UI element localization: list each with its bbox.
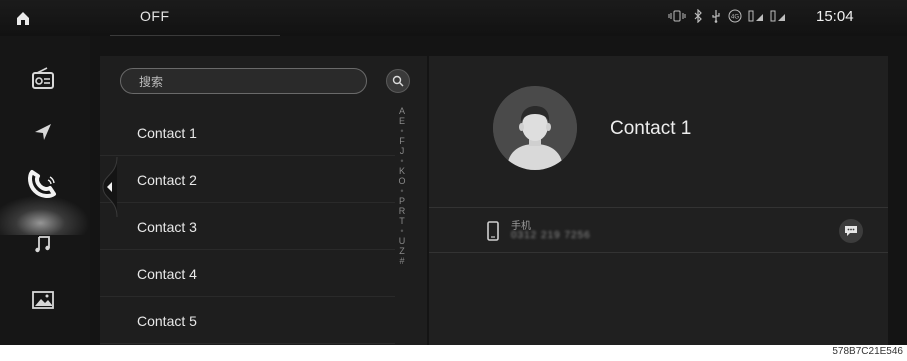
status-bar: OFF 4G 15:04 <box>0 0 907 36</box>
search-button[interactable] <box>386 69 410 93</box>
contact-list-item[interactable]: Contact 4 <box>100 250 395 297</box>
gallery-icon <box>32 291 54 309</box>
collapse-panel-tab[interactable] <box>100 156 118 218</box>
alphabet-letter[interactable]: T <box>392 216 412 226</box>
message-icon <box>845 226 857 236</box>
contact-list-item[interactable]: Contact 2 <box>100 156 395 203</box>
home-icon[interactable] <box>15 10 31 26</box>
alphabet-letter[interactable]: # <box>392 256 412 266</box>
alphabet-letter[interactable]: O <box>392 176 412 186</box>
mobile-phone-icon <box>487 221 499 241</box>
status-icons: 4G <box>668 8 786 26</box>
svg-text:4G: 4G <box>731 15 739 21</box>
alphabet-letter[interactable]: R <box>392 206 412 216</box>
usb-icon <box>710 9 722 26</box>
vibrate-icon <box>668 10 686 25</box>
music-icon <box>35 236 50 253</box>
alphabet-separator: • <box>400 226 404 236</box>
alphabet-letter[interactable]: F <box>392 136 412 146</box>
figure-caption: 578B7C21E546 <box>832 346 903 357</box>
infotainment-screen: OFF 4G 15:04 搜索 Contact 1 Contact 2 Cont… <box>0 0 907 345</box>
contact-name: Contact 1 <box>137 125 197 141</box>
alphabet-separator: • <box>400 156 404 166</box>
signal-2-icon <box>770 10 786 25</box>
contact-list-item[interactable]: Contact 5 <box>100 297 395 344</box>
contact-detail-panel: Contact 1 手机 0312 219 7256 <box>429 56 888 345</box>
alphabet-letter[interactable]: U <box>392 236 412 246</box>
alphabet-letter[interactable]: A <box>392 106 412 116</box>
alphabet-index[interactable]: A E • F J • K O • P R T • U Z # <box>392 106 412 266</box>
radio-icon <box>32 67 54 89</box>
phone-number: 0312 219 7256 <box>511 230 591 241</box>
alphabet-letter[interactable]: Z <box>392 246 412 256</box>
search-icon <box>392 75 404 87</box>
status-off-label: OFF <box>140 8 170 24</box>
rail-item-phone[interactable] <box>20 166 66 202</box>
rail-item-navigation[interactable] <box>20 114 66 150</box>
contact-name: Contact 5 <box>137 313 197 329</box>
phone-icon <box>28 170 56 198</box>
phone-number-row[interactable]: 手机 0312 219 7256 <box>429 207 888 253</box>
alphabet-separator: • <box>400 186 404 196</box>
contact-name: Contact 4 <box>137 266 197 282</box>
search-placeholder: 搜索 <box>139 75 164 89</box>
bluetooth-icon <box>692 8 704 26</box>
signal-1-icon <box>748 10 764 25</box>
alphabet-letter[interactable]: J <box>392 146 412 156</box>
alphabet-letter[interactable]: P <box>392 196 412 206</box>
rail-item-music[interactable] <box>20 226 66 262</box>
4g-icon: 4G <box>728 9 742 26</box>
contact-list-item[interactable]: Contact 3 <box>100 203 395 250</box>
alphabet-letter[interactable]: K <box>392 166 412 176</box>
alphabet-letter[interactable]: E <box>392 116 412 126</box>
rail-item-radio[interactable] <box>20 60 66 96</box>
contact-name: Contact 2 <box>137 172 197 188</box>
send-message-button[interactable] <box>839 219 863 243</box>
search-input[interactable]: 搜索 <box>120 68 367 94</box>
contacts-list-panel: 搜索 Contact 1 Contact 2 Contact 3 Contact… <box>100 56 427 345</box>
alphabet-separator: • <box>400 126 404 136</box>
clock: 15:04 <box>816 8 854 25</box>
rail-item-gallery[interactable] <box>20 282 66 318</box>
contact-name: Contact 3 <box>137 219 197 235</box>
divider <box>110 35 280 36</box>
contact-detail-name: Contact 1 <box>610 118 692 139</box>
contact-list-item[interactable]: Contact 1 <box>100 109 395 156</box>
nav-rail <box>0 36 90 345</box>
avatar <box>493 86 577 170</box>
navigation-icon <box>35 124 51 140</box>
